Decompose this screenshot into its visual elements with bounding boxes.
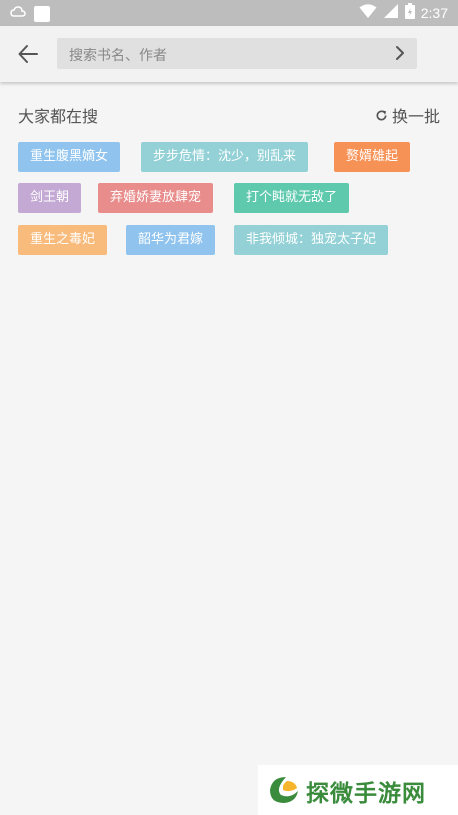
status-bar-notifications [10, 4, 50, 23]
back-button[interactable] [14, 40, 42, 68]
cloud-notification-icon [10, 4, 26, 23]
leaf-logo-icon [268, 775, 300, 809]
search-submit-button[interactable] [391, 44, 409, 62]
search-tag[interactable]: 打个盹就无敌了 [234, 183, 350, 213]
watermark-text: 探微手游网 [306, 781, 426, 807]
search-tag[interactable]: 重生之毒妃 [18, 225, 108, 255]
status-bar-system: 2:37 [359, 3, 448, 23]
status-bar: 2:37 [0, 0, 458, 26]
search-tag[interactable]: 韶华为君嫁 [126, 225, 216, 255]
search-tag[interactable]: 弃婚娇妻放肆宠 [98, 183, 214, 213]
search-box [57, 38, 417, 69]
search-tag[interactable]: 重生腹黑嫡女 [18, 142, 121, 172]
refresh-label: 换一批 [391, 107, 440, 126]
battery-icon [404, 3, 415, 23]
wifi-icon [359, 3, 377, 23]
signal-icon [383, 3, 399, 23]
refresh-icon [376, 109, 387, 121]
search-tag[interactable]: 步步危情：沈少，别乱来 [141, 142, 309, 172]
search-tag[interactable]: 赘婿雄起 [334, 142, 411, 172]
hot-search-title: 大家都在搜 [18, 107, 99, 126]
app-notification-icon [34, 5, 50, 22]
status-time: 2:37 [420, 5, 448, 21]
search-tag[interactable]: 剑王朝 [18, 183, 82, 213]
search-app-bar [0, 26, 458, 82]
chevron-right-icon [396, 46, 404, 60]
watermark: 探微手游网 [258, 765, 458, 815]
search-input[interactable] [69, 38, 369, 69]
arrow-left-icon [18, 45, 38, 63]
search-tag[interactable]: 非我倾城：独宠太子妃 [234, 225, 389, 255]
refresh-button[interactable]: 换一批 [375, 103, 440, 127]
